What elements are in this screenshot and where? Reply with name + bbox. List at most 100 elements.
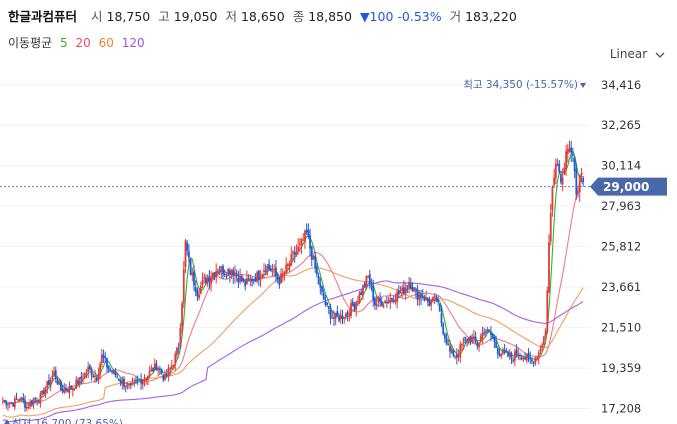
candle-body	[326, 302, 329, 305]
candle-body	[312, 256, 315, 259]
candle-body	[343, 317, 346, 319]
candle-body	[256, 271, 259, 282]
candle-body	[152, 368, 154, 372]
candle-body	[309, 235, 311, 249]
candle-body	[167, 368, 170, 376]
candle-body	[32, 398, 35, 405]
candle-body	[276, 274, 279, 280]
candle-body	[273, 269, 276, 271]
candle-body	[3, 399, 6, 401]
candle-body	[126, 383, 129, 387]
candle-body	[235, 275, 238, 277]
candle-body	[295, 251, 298, 255]
y-tick-label: 23,661	[601, 280, 641, 294]
candle-body	[129, 383, 132, 385]
candlestick-chart[interactable]: 34,416 32,265 30,114 27,963 25,812 23,661 21,5…	[0, 0, 677, 424]
candle-body	[474, 336, 477, 342]
candle-body	[111, 371, 113, 373]
candle-body	[102, 355, 105, 358]
candle-body	[404, 287, 407, 294]
candle-body	[210, 277, 212, 284]
candle-body	[444, 334, 446, 339]
candle-body	[71, 387, 74, 391]
candle-body	[281, 273, 284, 276]
candle-body	[438, 304, 441, 312]
candle-body	[367, 275, 369, 278]
candle-body	[41, 390, 44, 395]
candle-body	[500, 353, 503, 357]
candle-body	[160, 370, 163, 374]
candle-body	[97, 373, 100, 380]
candle-body	[329, 309, 332, 319]
candle-body	[346, 312, 349, 315]
candle-body	[269, 268, 272, 272]
candle-body	[170, 365, 173, 370]
candle-body	[44, 388, 47, 394]
candle-body	[508, 353, 511, 357]
candle-body	[372, 285, 375, 301]
candle-body	[128, 383, 131, 385]
candle-body	[164, 374, 166, 381]
candle-body	[374, 298, 376, 306]
candle-body	[112, 370, 115, 374]
y-tick-label: 17,208	[601, 402, 641, 416]
candle-body	[447, 344, 450, 346]
candle-body	[416, 289, 419, 300]
candle-body	[268, 264, 271, 270]
candle-body	[573, 157, 576, 172]
candle-body	[184, 240, 187, 267]
candle-body	[338, 316, 340, 321]
candle-body	[228, 270, 231, 275]
candle-body	[360, 291, 363, 295]
candle-body	[449, 346, 451, 352]
candle-body	[510, 353, 513, 359]
candle-body	[107, 365, 110, 370]
candle-body	[401, 287, 404, 292]
candle-body	[165, 375, 168, 377]
candle-body	[409, 283, 412, 290]
candle-body	[223, 273, 226, 276]
candle-body	[36, 400, 38, 402]
candle-body	[292, 251, 294, 254]
candle-body	[380, 301, 383, 306]
candle-body	[61, 388, 64, 392]
candle-body	[257, 270, 260, 280]
candle-body	[421, 296, 424, 298]
candle-body	[95, 377, 98, 381]
candle-body	[254, 278, 257, 282]
candle-body	[75, 379, 78, 389]
candle-body	[558, 163, 561, 173]
candle-body	[85, 372, 88, 374]
candle-body	[24, 400, 26, 408]
candle-body	[19, 399, 21, 401]
candle-body	[423, 296, 426, 301]
candle-body	[488, 329, 491, 332]
candle-body	[563, 167, 566, 175]
candle-body	[467, 337, 470, 344]
candle-body	[428, 299, 431, 307]
candle-body	[385, 301, 388, 303]
candle-body	[324, 301, 327, 305]
candle-body	[63, 388, 66, 393]
candle-body	[78, 377, 81, 385]
candle-body	[529, 357, 532, 360]
candle-body	[239, 275, 241, 282]
candle-body	[54, 370, 57, 380]
candle-body	[48, 380, 50, 385]
candle-body	[172, 365, 175, 367]
candle-body	[136, 380, 139, 382]
candle-body	[531, 359, 533, 362]
candle-body	[51, 375, 54, 380]
candle-body	[100, 354, 103, 364]
candle-body	[507, 351, 509, 357]
candle-body	[34, 398, 37, 400]
candle-body	[430, 301, 433, 305]
candle-body	[182, 268, 185, 303]
candle-body	[411, 287, 414, 292]
candle-body	[450, 348, 453, 353]
candle-body	[391, 297, 393, 300]
candle-body	[58, 381, 61, 385]
candle-body	[582, 178, 585, 182]
candle-body	[542, 336, 545, 345]
candle-body	[157, 369, 160, 371]
